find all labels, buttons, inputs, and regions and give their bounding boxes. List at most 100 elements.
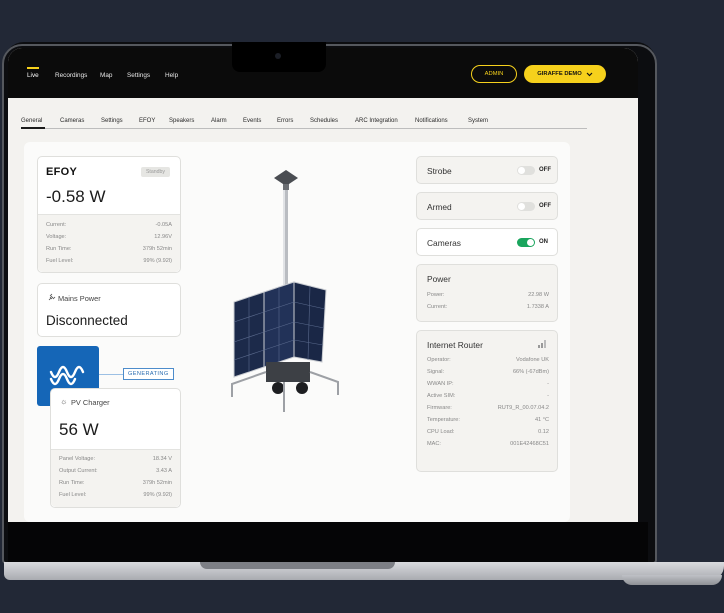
power-current-value: 1.7338 A xyxy=(526,304,549,310)
nav-active-indicator xyxy=(27,67,39,69)
router-signal-value: 66% (-67dBm) xyxy=(512,369,549,375)
pv-runtime-label: Run Time: xyxy=(59,480,85,486)
cameras-state: ON xyxy=(539,239,548,245)
router-mac-label: MAC: xyxy=(427,441,441,447)
tab-arc-integration[interactable]: ARC Integration xyxy=(355,118,398,124)
pv-fuel-value: 99% (9.92l) xyxy=(143,492,172,498)
giraffe-demo-label: GIRAFFE DEMO xyxy=(537,71,582,77)
router-temperature-label: Temperature: xyxy=(427,417,460,423)
laptop-chin xyxy=(8,522,648,562)
router-firmware-label: Firmware: xyxy=(427,405,452,411)
armed-label: Armed xyxy=(427,202,452,212)
efoy-fuel-value: 99% (9.92l) xyxy=(143,258,172,264)
strobe-toggle-card: Strobe OFF xyxy=(416,156,558,184)
tab-schedules[interactable]: Schedules xyxy=(310,118,338,124)
tab-efoy[interactable]: EFOY xyxy=(139,118,155,124)
pv-runtime-value: 379h 52min xyxy=(142,480,172,486)
router-operator-label: Operator: xyxy=(427,357,451,363)
router-wwan-value: - xyxy=(547,381,549,387)
admin-button[interactable]: ADMIN xyxy=(471,65,517,83)
plug-icon xyxy=(48,293,56,301)
laptop-base-groove xyxy=(200,562,395,569)
cameras-label: Cameras xyxy=(427,238,461,248)
giraffe-demo-button[interactable]: GIRAFFE DEMO xyxy=(524,65,606,83)
tab-speakers[interactable]: Speakers xyxy=(169,118,194,124)
cameras-toggle-card: Cameras ON xyxy=(416,228,558,256)
tab-divider xyxy=(21,128,587,129)
efoy-card[interactable]: EFOY Standby -0.58 W Current: -0.05A Volt… xyxy=(37,156,181,273)
efoy-fuel-label: Fuel Level: xyxy=(46,258,74,264)
nav-map[interactable]: Map xyxy=(100,72,112,79)
efoy-voltage-value: 12.96V xyxy=(154,234,172,240)
pv-charger-title: PV Charger xyxy=(71,398,110,407)
router-cpu-value: 0.12 xyxy=(538,429,549,435)
power-card: Power Power: 22.98 W Current: 1.7338 A xyxy=(416,264,558,322)
efoy-runtime-value: 379h 52min xyxy=(142,246,172,252)
efoy-voltage-label: Voltage: xyxy=(46,234,67,240)
pv-power-value: 56 W xyxy=(59,420,99,439)
pv-voltage-label: Panel Voltage: xyxy=(59,456,96,462)
strobe-state: OFF xyxy=(539,167,551,173)
internet-router-card: Internet Router Operator: Vodafone UK Sig… xyxy=(416,330,558,472)
armed-toggle[interactable] xyxy=(517,202,535,211)
tab-alarm[interactable]: Alarm xyxy=(211,118,227,124)
armed-toggle-card: Armed OFF xyxy=(416,192,558,220)
armed-state: OFF xyxy=(539,203,551,209)
tab-events[interactable]: Events xyxy=(243,118,261,124)
nav-settings[interactable]: Settings xyxy=(127,72,150,79)
tab-system[interactable]: System xyxy=(468,118,488,124)
router-sim-value: - xyxy=(547,393,549,399)
tab-general[interactable]: General xyxy=(21,118,42,124)
router-sim-label: Active SIM: xyxy=(427,393,456,399)
laptop-base-foot xyxy=(622,575,722,585)
power-current-label: Current: xyxy=(427,304,448,310)
efoy-current-value: -0.05A xyxy=(155,222,172,228)
router-operator-value: Vodafone UK xyxy=(516,357,549,363)
efoy-logo: EFOY xyxy=(46,166,78,178)
tab-notifications[interactable]: Notifications xyxy=(415,118,448,124)
solar-tower-image xyxy=(231,170,339,412)
tab-settings[interactable]: Settings xyxy=(101,118,123,124)
generating-connector xyxy=(99,374,123,375)
webcam-icon xyxy=(275,53,281,59)
chevron-down-icon xyxy=(586,72,593,76)
router-wwan-label: WWAN IP: xyxy=(427,381,454,387)
pv-details: Panel Voltage: 18.34 V Output Current: 3.4… xyxy=(51,449,180,507)
strobe-toggle[interactable] xyxy=(517,166,535,175)
nav-recordings[interactable]: Recordings xyxy=(55,72,87,79)
signal-icon xyxy=(538,340,546,348)
cameras-toggle[interactable] xyxy=(517,238,535,247)
mains-power-card[interactable]: Mains Power Disconnected xyxy=(37,283,181,337)
router-title: Internet Router xyxy=(427,340,483,350)
nav-live[interactable]: Live xyxy=(27,72,39,79)
pv-charger-card[interactable]: ☼ PV Charger 56 W Panel Voltage: 18.34 V … xyxy=(50,388,181,508)
tab-errors[interactable]: Errors xyxy=(277,118,293,124)
app-screen: Live Recordings Map Settings Help ADMIN … xyxy=(8,48,638,522)
power-title: Power xyxy=(427,274,451,284)
tab-cameras[interactable]: Cameras xyxy=(60,118,84,124)
pv-fuel-label: Fuel Level: xyxy=(59,492,87,498)
mains-power-status: Disconnected xyxy=(46,313,128,328)
efoy-details: Current: -0.05A Voltage: 12.96V Run Time: 3… xyxy=(38,214,180,272)
status-badge: Standby xyxy=(140,167,170,177)
nav-help[interactable]: Help xyxy=(165,72,178,79)
efoy-runtime-label: Run Time: xyxy=(46,246,72,252)
pv-voltage-value: 18.34 V xyxy=(152,456,172,462)
power-label: Power: xyxy=(427,292,445,298)
router-firmware-value: RUT9_R_00.07.04.2 xyxy=(497,405,549,411)
dashboard-content: EFOY Standby -0.58 W Current: -0.05A Volt… xyxy=(24,142,570,522)
router-mac-value: 001E42468C51 xyxy=(510,441,549,447)
pv-current-value: 3.43 A xyxy=(156,468,172,474)
mains-power-title: Mains Power xyxy=(58,294,101,303)
efoy-current-label: Current: xyxy=(46,222,67,228)
router-signal-label: Signal: xyxy=(427,369,445,375)
router-cpu-label: CPU Load: xyxy=(427,429,455,435)
power-value: 22.98 W xyxy=(528,292,549,298)
tab-active-indicator xyxy=(21,127,45,129)
pv-current-label: Output Current: xyxy=(59,468,98,474)
efoy-power-value: -0.58 W xyxy=(46,187,106,206)
router-temperature-value: 41 °C xyxy=(534,417,549,423)
sun-icon: ☼ xyxy=(60,397,68,406)
generating-badge: GENERATING xyxy=(123,368,174,380)
strobe-label: Strobe xyxy=(427,166,452,176)
